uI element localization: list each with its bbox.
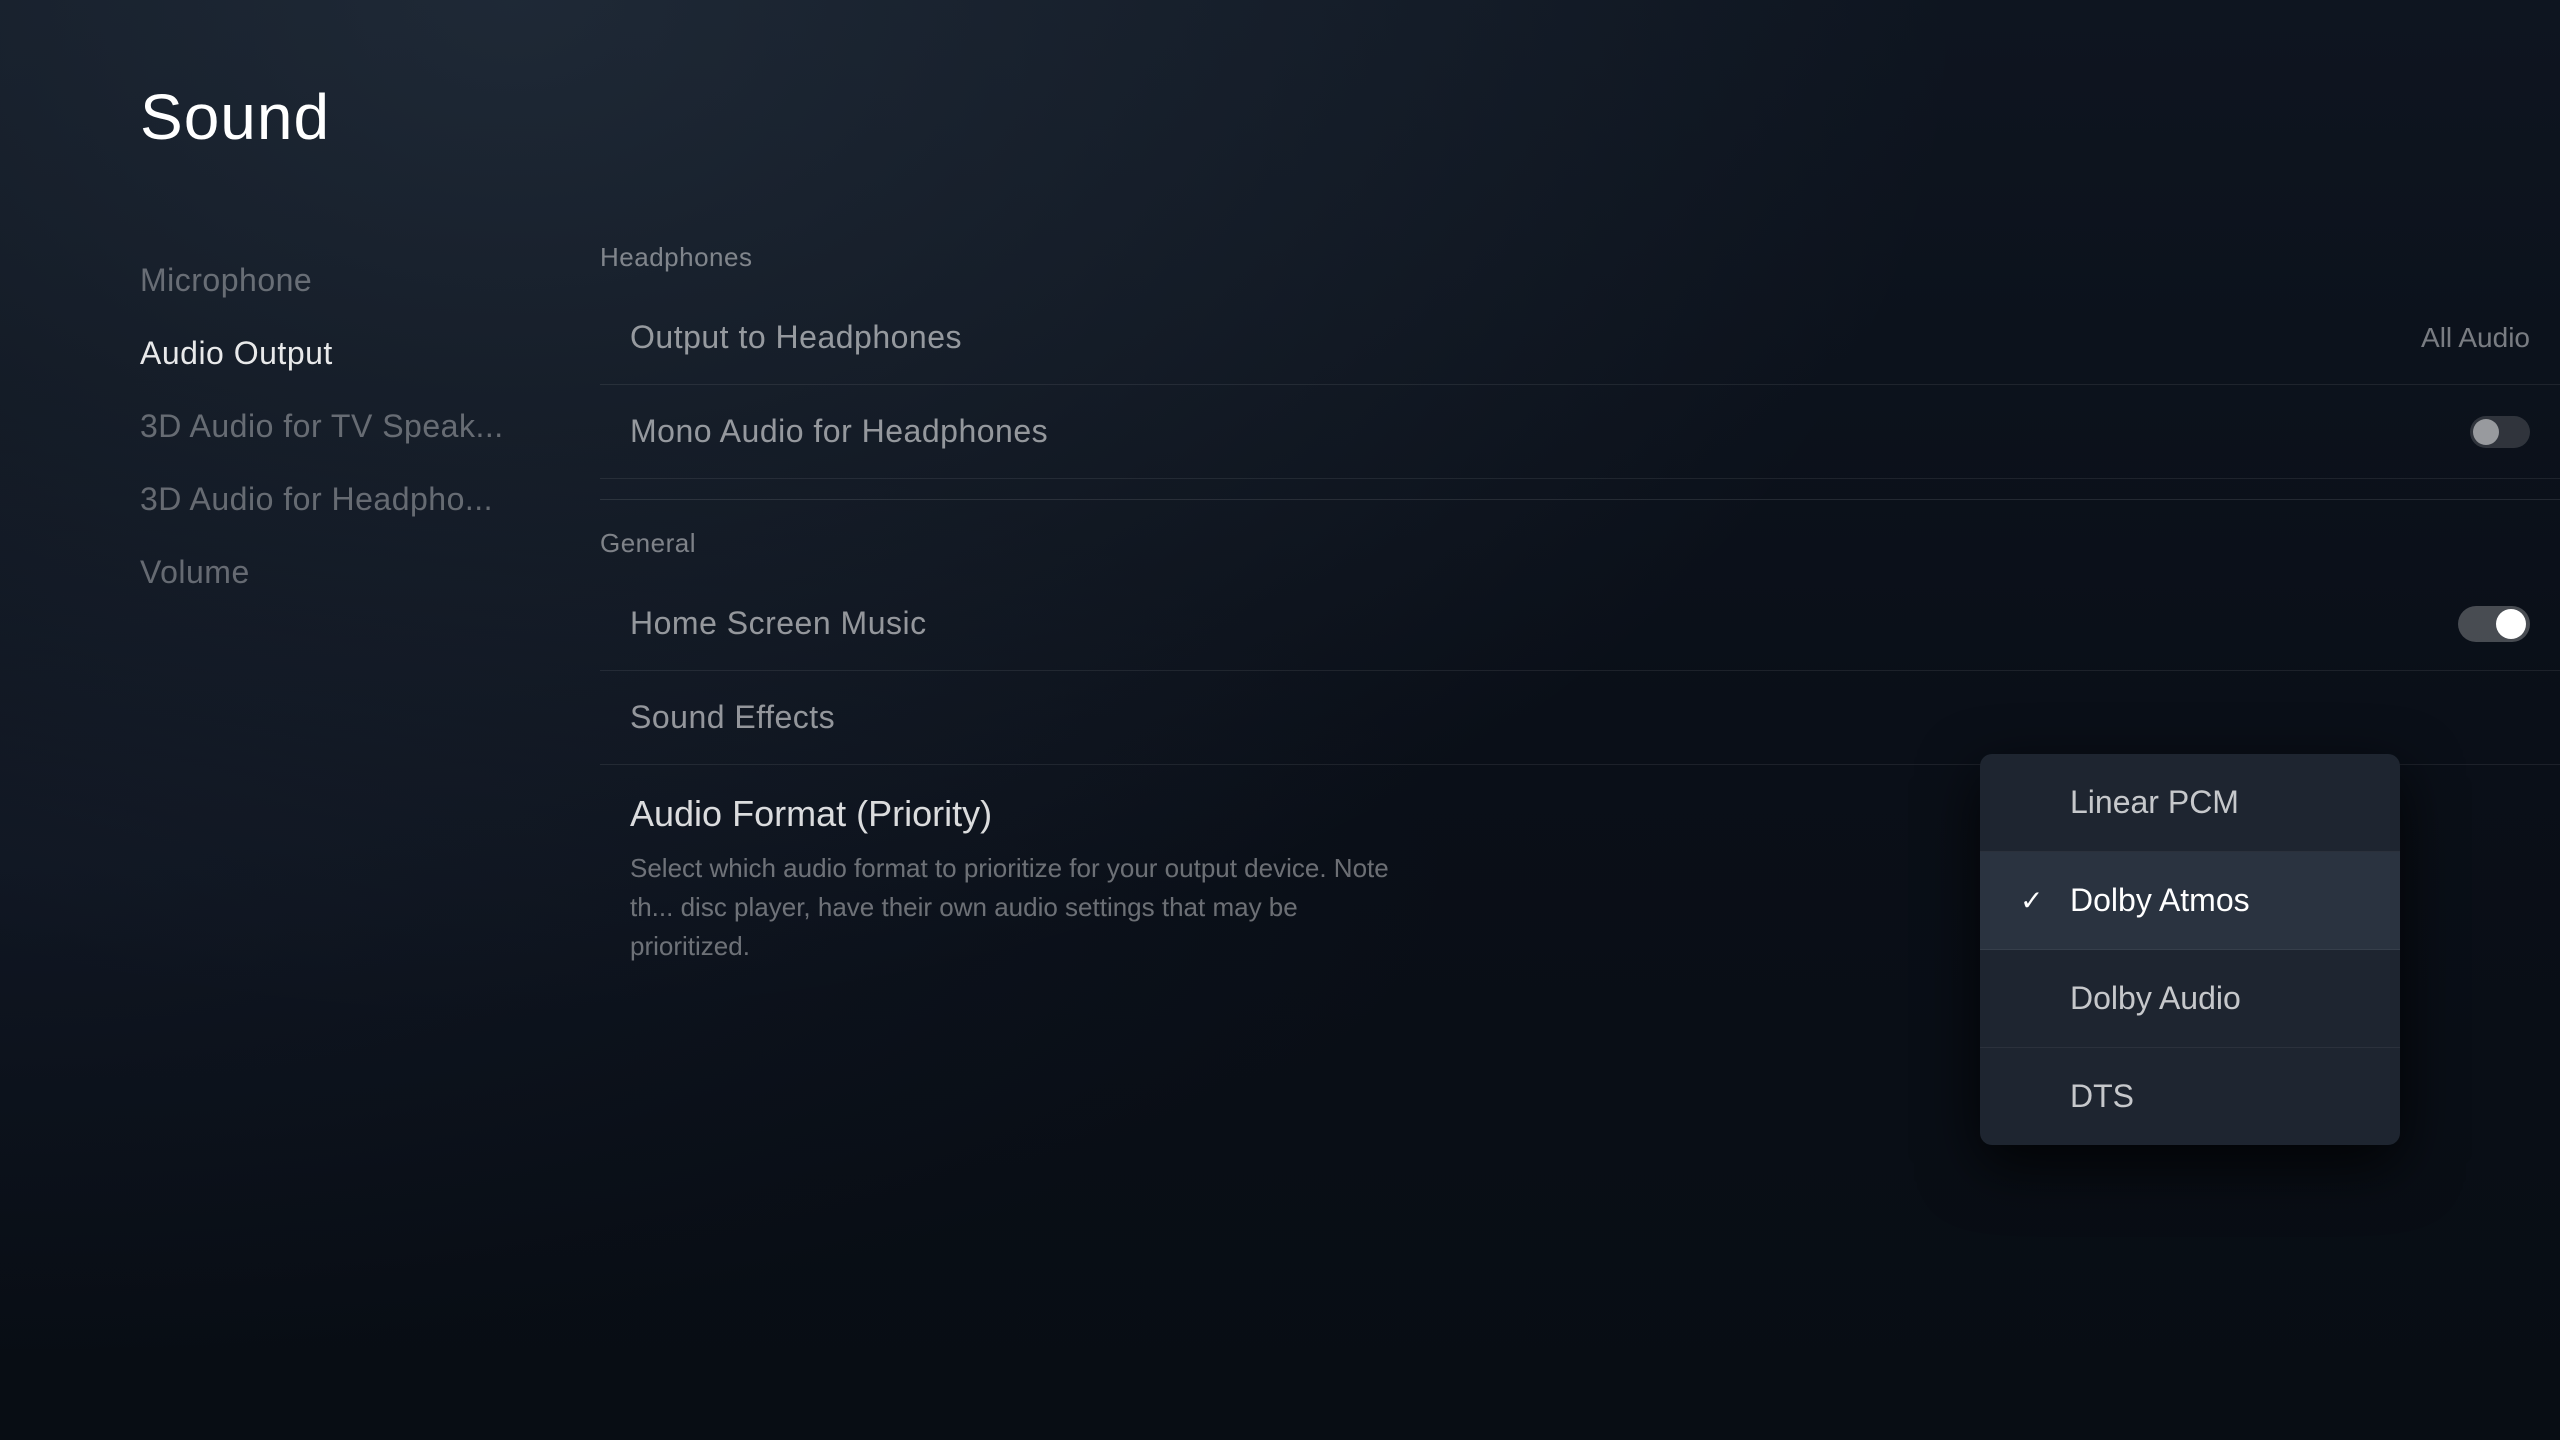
- dropdown-item-dolby-atmos[interactable]: ✓ Dolby Atmos: [1980, 852, 2400, 950]
- dropdown-item-dts[interactable]: DTS: [1980, 1048, 2400, 1145]
- dropdown-item-dts-label: DTS: [2070, 1078, 2134, 1115]
- dropdown-item-dolby-audio-label: Dolby Audio: [2070, 980, 2241, 1017]
- dropdown-item-linear-pcm[interactable]: Linear PCM: [1980, 754, 2400, 852]
- dropdown-item-dolby-atmos-label: Dolby Atmos: [2070, 882, 2250, 919]
- mono-audio-toggle-knob: [2473, 419, 2499, 445]
- audio-format-dropdown: Linear PCM ✓ Dolby Atmos Dolby Audio DTS: [1980, 754, 2400, 1145]
- mono-audio-label: Mono Audio for Headphones: [630, 413, 1048, 450]
- general-section-label: General: [600, 520, 2560, 567]
- mono-audio-toggle[interactable]: [2470, 416, 2530, 448]
- sidebar-item-audio-output[interactable]: Audio Output: [140, 317, 560, 390]
- dropdown-item-linear-pcm-label: Linear PCM: [2070, 784, 2239, 821]
- check-icon-dolby-atmos: ✓: [2020, 884, 2050, 917]
- sidebar-item-3d-audio-tv[interactable]: 3D Audio for TV Speak...: [140, 390, 560, 463]
- left-navigation: Microphone Audio Output 3D Audio for TV …: [140, 234, 560, 994]
- section-divider: [600, 499, 2560, 500]
- home-screen-music-toggle-knob: [2496, 609, 2526, 639]
- sidebar-item-volume[interactable]: Volume: [140, 536, 560, 609]
- headphones-section-label: Headphones: [600, 234, 2560, 281]
- dropdown-item-dolby-audio[interactable]: Dolby Audio: [1980, 950, 2400, 1048]
- sound-effects-label: Sound Effects: [630, 699, 835, 736]
- output-to-headphones-value: All Audio: [2421, 322, 2530, 354]
- home-screen-music-toggle[interactable]: [2458, 606, 2530, 642]
- output-to-headphones-row[interactable]: Output to Headphones All Audio: [600, 291, 2560, 385]
- audio-format-description: Select which audio format to prioritize …: [630, 849, 1390, 966]
- sidebar-item-microphone[interactable]: Microphone: [140, 244, 560, 317]
- output-to-headphones-label: Output to Headphones: [630, 319, 962, 356]
- home-screen-music-row[interactable]: Home Screen Music: [600, 577, 2560, 671]
- home-screen-music-label: Home Screen Music: [630, 605, 927, 642]
- page-title: Sound: [140, 80, 2560, 154]
- settings-panel: Headphones Output to Headphones All Audi…: [560, 234, 2560, 994]
- sidebar-item-3d-audio-headphones[interactable]: 3D Audio for Headpho...: [140, 463, 560, 536]
- mono-audio-row[interactable]: Mono Audio for Headphones: [600, 385, 2560, 479]
- sound-effects-row[interactable]: Sound Effects: [600, 671, 2560, 765]
